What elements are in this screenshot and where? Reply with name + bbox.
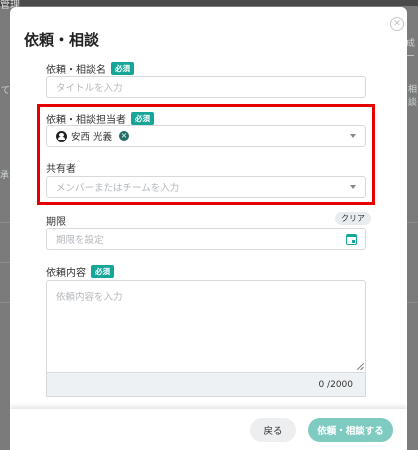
dialog-footer: 戻る 依頼・相談する	[10, 409, 407, 450]
background-fragment-left2: 承	[0, 171, 10, 181]
background-fragment-right: 成ー	[406, 39, 416, 62]
background-divider	[0, 302, 10, 303]
deadline-label-text: 期限	[46, 217, 66, 228]
background-divider	[0, 222, 10, 223]
required-badge: 必須	[111, 62, 134, 75]
title-input[interactable]: タイトルを入力	[46, 76, 366, 98]
title-label-text: 依頼・相談名	[46, 65, 106, 76]
content-label-text: 依頼内容	[46, 268, 86, 279]
close-icon[interactable]: ✕	[390, 17, 404, 31]
deadline-field-label: 期限	[46, 213, 66, 228]
required-badge: 必須	[91, 265, 114, 278]
content-textarea[interactable]: 依頼内容を入力	[46, 280, 366, 373]
clear-deadline-button[interactable]: クリア	[335, 212, 371, 225]
resize-handle-icon[interactable]	[356, 363, 363, 370]
dialog-title: 依頼・相談	[24, 31, 100, 49]
request-dialog: ✕ 依頼・相談 依頼・相談名 必須 タイトルを入力 依頼・相談担当者 必須 安西…	[10, 7, 407, 450]
deadline-input[interactable]: 期限を設定	[46, 228, 366, 250]
calendar-icon[interactable]	[346, 234, 357, 245]
submit-request-button[interactable]: 依頼・相談する	[308, 418, 393, 442]
background-fragment-right2: 相談	[408, 85, 418, 108]
content-placeholder: 依頼内容を入力	[56, 292, 123, 303]
counter-text: 0 /2000	[318, 379, 353, 390]
background-fragment-left: て	[1, 86, 11, 96]
highlight-annotation	[37, 104, 375, 205]
content-field-label: 依頼内容 必須	[46, 264, 114, 279]
character-counter: 0 /2000	[46, 373, 366, 397]
background-top-bar	[0, 0, 418, 6]
title-field-label: 依頼・相談名 必須	[46, 61, 134, 76]
background-divider	[0, 262, 10, 263]
title-placeholder: タイトルを入力	[56, 83, 123, 94]
deadline-placeholder: 期限を設定	[56, 235, 104, 246]
back-button[interactable]: 戻る	[250, 418, 296, 442]
